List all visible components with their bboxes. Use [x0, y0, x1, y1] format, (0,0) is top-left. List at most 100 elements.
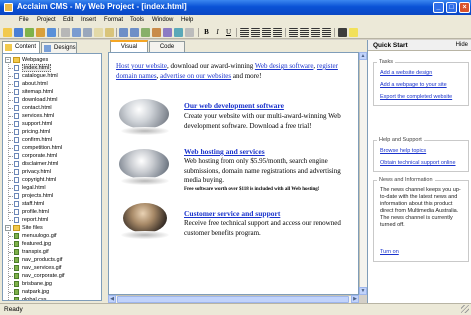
collapse-icon[interactable]: −: [5, 225, 11, 231]
image-file-icon: [14, 249, 19, 255]
scroll-left-button[interactable]: ◀: [108, 295, 116, 303]
menu-window[interactable]: Window: [152, 17, 173, 23]
align-right-icon[interactable]: [262, 28, 271, 37]
menu-insert[interactable]: Insert: [81, 17, 96, 23]
insert-link-icon[interactable]: [163, 28, 172, 37]
add-webpage-link[interactable]: Add a webpage to your site: [380, 82, 447, 88]
file-name: copyright.html: [22, 177, 57, 183]
tree-line: [9, 92, 13, 93]
redo-icon[interactable]: [130, 28, 139, 37]
menu-tools[interactable]: Tools: [130, 17, 144, 23]
quick-start-panel: Quick Start Hide Tasks Add a website des…: [367, 40, 471, 303]
file-name: global.css: [22, 297, 47, 301]
justify-icon[interactable]: [273, 28, 282, 37]
tree-line: [9, 68, 13, 69]
save-icon[interactable]: [14, 28, 23, 37]
tree-line: [9, 132, 13, 133]
image-shadow: [121, 177, 169, 185]
open-icon[interactable]: [3, 28, 12, 37]
host-website-link[interactable]: Host your website: [116, 62, 167, 70]
toolbar-separator: [334, 28, 335, 37]
image-file-icon: [14, 265, 19, 271]
advertise-link[interactable]: advertise on our websites: [160, 72, 231, 80]
editor-vertical-scrollbar[interactable]: ▲ ▼: [359, 52, 367, 295]
paste-icon[interactable]: [105, 28, 114, 37]
image-file-icon: [14, 257, 19, 263]
insert-table-icon[interactable]: [152, 28, 161, 37]
scroll-right-button[interactable]: ▶: [351, 295, 359, 303]
web-design-software-link[interactable]: Web design software: [255, 62, 314, 70]
editor-horizontal-scrollbar[interactable]: ◀ ▶: [108, 295, 359, 303]
menu-file[interactable]: File: [19, 17, 29, 23]
resize-grip[interactable]: [461, 305, 469, 313]
html-file-icon: [14, 201, 19, 207]
intro-text: , download our award-winning: [166, 62, 255, 70]
print-icon[interactable]: [61, 28, 70, 37]
hide-button[interactable]: Hide: [456, 42, 468, 48]
scroll-down-button[interactable]: ▼: [359, 287, 367, 295]
file-name: profile.html: [22, 209, 49, 215]
maximize-button[interactable]: □: [446, 2, 457, 13]
window-title: Acclaim CMS - My Web Project - [index.ht…: [17, 2, 187, 11]
scroll-thumb[interactable]: [117, 296, 349, 303]
scroll-up-button[interactable]: ▲: [359, 52, 367, 60]
highlight-color-icon[interactable]: [349, 28, 358, 37]
menu-edit[interactable]: Edit: [63, 17, 73, 23]
export-website-link[interactable]: Export the completed website: [380, 94, 452, 100]
title-bar[interactable]: Acclaim CMS - My Web Project - [index.ht…: [0, 0, 471, 15]
preview-icon[interactable]: [36, 28, 45, 37]
outdent-icon[interactable]: [311, 28, 320, 37]
tab-visual-editing[interactable]: Visual Editing: [110, 40, 148, 60]
tab-content[interactable]: Content: [2, 41, 40, 53]
align-left-icon[interactable]: [240, 28, 249, 37]
visual-editor[interactable]: Host your website, download our award-wi…: [108, 52, 359, 295]
browse-help-link[interactable]: Browse help topics: [380, 148, 426, 154]
add-website-design-link[interactable]: Add a website design: [380, 70, 432, 76]
toolbar-separator: [285, 28, 286, 37]
feature-heading-link[interactable]: Customer service and support: [184, 209, 280, 218]
feature-heading-link[interactable]: Our web development software: [184, 101, 284, 110]
quick-start-title: Quick Start: [373, 42, 408, 49]
bold-button[interactable]: B: [202, 28, 211, 37]
style-icon[interactable]: [185, 28, 194, 37]
bullet-list-icon[interactable]: [289, 28, 298, 37]
file-name: featured.jpg: [22, 241, 52, 247]
menu-project[interactable]: Project: [37, 17, 56, 23]
tree-line: [9, 156, 13, 157]
align-center-icon[interactable]: [251, 28, 260, 37]
menu-format[interactable]: Format: [104, 17, 123, 23]
minimize-button[interactable]: _: [433, 2, 444, 13]
feature-heading-link[interactable]: Web hosting and services: [184, 147, 265, 156]
text-color-icon[interactable]: [338, 28, 347, 37]
folder-icon: [13, 57, 20, 63]
indent-icon[interactable]: [322, 28, 331, 37]
numbered-list-icon[interactable]: [300, 28, 309, 37]
underline-button[interactable]: U: [224, 28, 233, 37]
site-tree[interactable]: − Webpages index.html catalogue.html about…: [2, 53, 102, 301]
tab-designs[interactable]: Designs: [41, 42, 77, 53]
menu-help[interactable]: Help: [181, 17, 193, 23]
technical-support-link[interactable]: Obtain technical support online: [380, 160, 456, 166]
intro-text: and more!: [231, 72, 262, 80]
tree-line: [9, 212, 13, 213]
cut-icon[interactable]: [83, 28, 92, 37]
publish-icon[interactable]: [25, 28, 34, 37]
html-file-icon: [14, 193, 19, 199]
close-button[interactable]: ×: [459, 2, 470, 13]
italic-button[interactable]: I: [213, 28, 222, 37]
tab-code-editing[interactable]: Code Editing: [149, 41, 185, 60]
html-file-icon: [14, 185, 19, 191]
turn-on-link[interactable]: Turn on: [380, 249, 399, 255]
find-icon[interactable]: [72, 28, 81, 37]
file-name: support.html: [22, 121, 53, 127]
insert-image-icon[interactable]: [141, 28, 150, 37]
news-group: News and Information The news channel ke…: [373, 177, 469, 262]
undo-icon[interactable]: [119, 28, 128, 37]
collapse-icon[interactable]: −: [5, 57, 11, 63]
globe-icon[interactable]: [47, 28, 56, 37]
copy-icon[interactable]: [94, 28, 103, 37]
file-name: privacy.html: [22, 169, 51, 175]
insert-object-icon[interactable]: [174, 28, 183, 37]
file-name: nav_services.gif: [22, 265, 62, 271]
html-file-icon: [14, 177, 19, 183]
